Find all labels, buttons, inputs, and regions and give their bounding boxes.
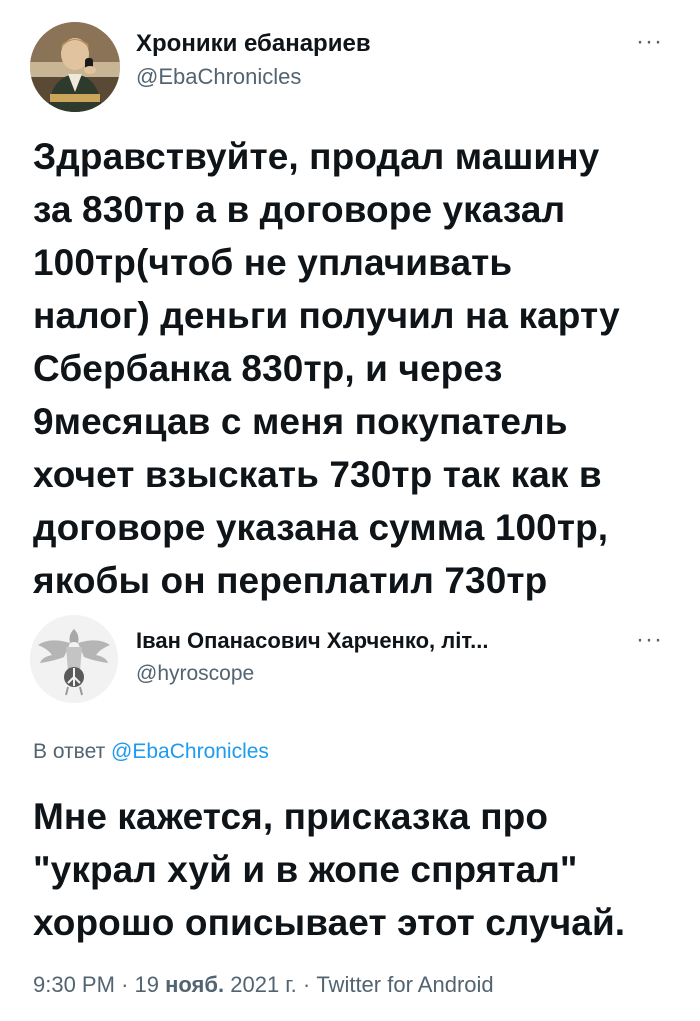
author-name[interactable]: Хроники ебанариев xyxy=(136,30,371,58)
tweet-text-line: налог) деньги получил на карту xyxy=(33,295,620,336)
separator: · xyxy=(121,972,129,997)
author-avatar[interactable] xyxy=(30,22,120,112)
man-portrait-icon xyxy=(30,22,120,112)
tweet-text-line: 100тр(чтоб не уплачивать xyxy=(33,242,513,283)
tweet-time[interactable]: 9:30 PM xyxy=(33,972,115,997)
replying-to-label: В ответ @EbaChronicles xyxy=(33,740,269,764)
reply-text-line: хорошо описывает этот случай. xyxy=(33,902,626,943)
separator: · xyxy=(302,972,311,997)
eagle-emblem-icon xyxy=(30,615,118,703)
reply-to-link[interactable]: @EbaChronicles xyxy=(111,740,269,763)
reply-author-avatar[interactable] xyxy=(30,615,118,703)
tweet-source[interactable]: Twitter for Android xyxy=(316,972,493,997)
tweet-text-line: за 830тр а в договоре указал xyxy=(33,189,566,230)
more-options-button[interactable]: ··· xyxy=(636,30,663,54)
tweet-text-line: хочет взыскать 730тр так как в xyxy=(33,454,602,495)
tweet-text-line: 9месяцав с меня покупатель xyxy=(33,401,568,442)
tweet-text-line: Сбербанка 830тр, и через xyxy=(33,348,503,389)
tweet-metadata: 9:30 PM · 19 нояб. 2021 г. · Twitter for… xyxy=(33,972,494,998)
author-handle[interactable]: @EbaChronicles xyxy=(136,64,301,90)
reply-author-name[interactable]: Іван Опанасович Харченко, літ... xyxy=(136,628,489,654)
tweet-text-line: Здравствуйте, продал машину xyxy=(33,136,600,177)
tweet-text-line: договоре указана сумма 100тр, xyxy=(33,507,609,548)
reply-more-options-button[interactable]: ··· xyxy=(636,628,663,652)
tweet-date-day[interactable]: 19 xyxy=(135,972,159,997)
reply-prefix: В ответ xyxy=(33,740,106,763)
tweet-date-year[interactable]: 2021 г. xyxy=(230,972,297,997)
tweet-text: Здравствуйте, продал машину за 830тр а в… xyxy=(33,130,683,607)
tweet-date-month[interactable]: нояб. xyxy=(165,972,224,997)
reply-text-line: Мне кажется, присказка про xyxy=(33,796,549,837)
reply-text: Мне кажется, присказка про "украл хуй и … xyxy=(33,790,683,949)
reply-author-handle[interactable]: @hyroscope xyxy=(136,662,254,686)
reply-text-line: "украл хуй и в жопе спрятал" xyxy=(33,849,578,890)
tweet-text-line: якобы он переплатил 730тр xyxy=(33,560,548,601)
